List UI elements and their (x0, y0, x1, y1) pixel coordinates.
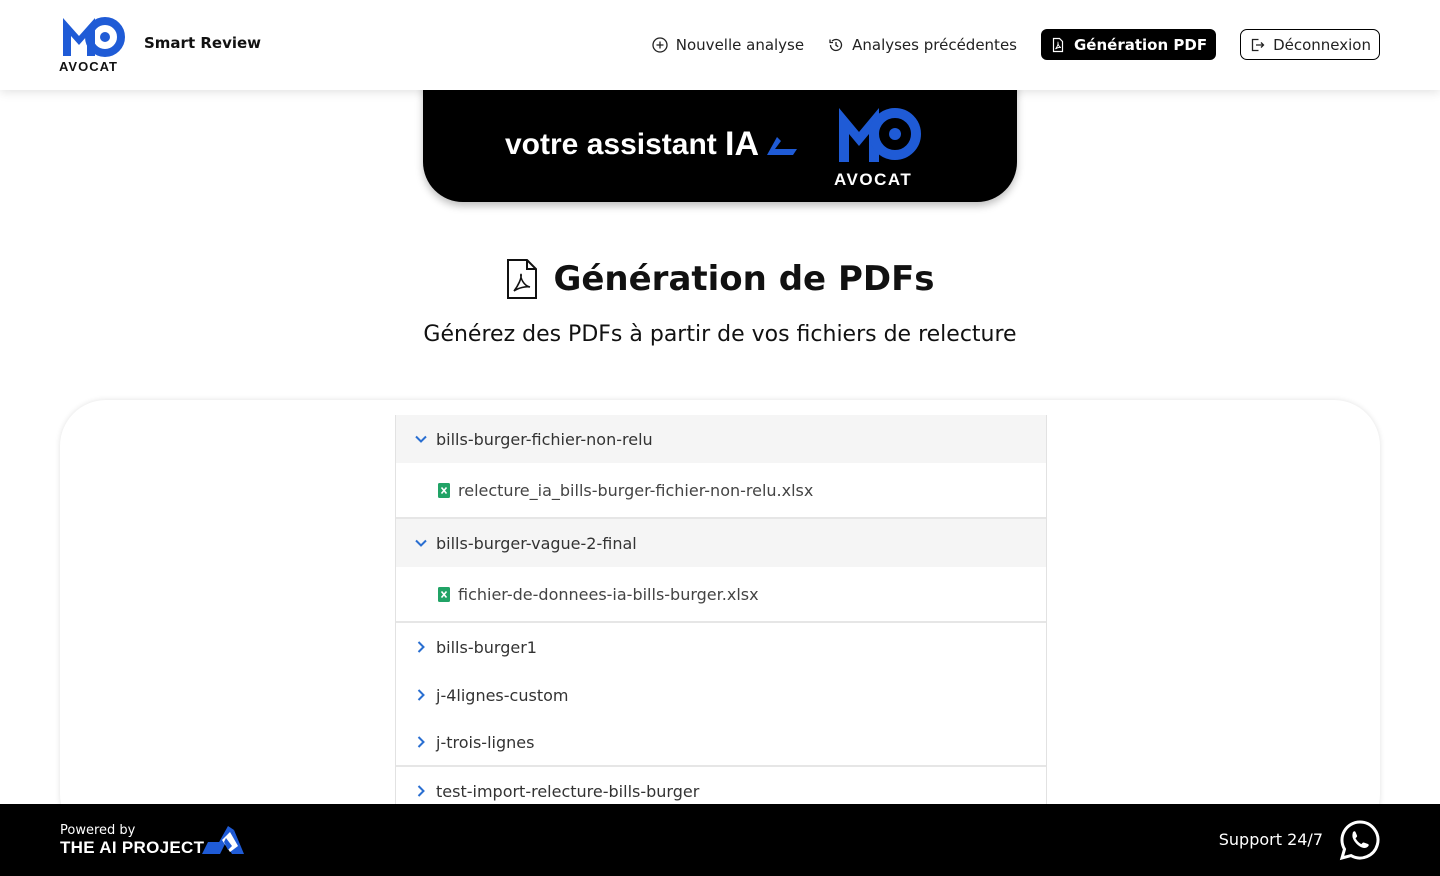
logout-button[interactable]: Déconnexion (1240, 29, 1380, 60)
hero-banner: votre assistant IA AVOCAT (423, 80, 1017, 202)
folder-name: test-import-relecture-bills-burger (436, 781, 700, 801)
banner-wordmark: AVOCAT (834, 170, 913, 189)
folder-row[interactable]: j-4lignes-custom (396, 671, 1046, 719)
chevron-down-icon[interactable] (414, 536, 428, 550)
logout-label: Déconnexion (1273, 35, 1371, 54)
folder-row[interactable]: bills-burger1 (396, 623, 1046, 671)
file-tree: bills-burger-fichier-non-relu relecture_… (395, 415, 1047, 835)
folder-row[interactable]: bills-burger-vague-2-final (396, 519, 1046, 567)
whatsapp-icon[interactable] (1339, 819, 1381, 861)
chevron-right-icon[interactable] (414, 784, 428, 798)
support-label: Support 24/7 (1218, 830, 1323, 849)
ia-logo-icon: IA (725, 125, 797, 161)
ai-project-logo-icon (202, 826, 244, 854)
chevron-right-icon[interactable] (414, 688, 428, 702)
chevron-right-icon[interactable] (414, 640, 428, 654)
main-nav: Nouvelle analyse Analyses précédentes Gé… (652, 29, 1380, 60)
excel-file-icon (438, 482, 450, 498)
chevron-down-icon[interactable] (414, 432, 428, 446)
pdf-file-icon (1052, 37, 1064, 52)
folder-name: bills-burger-fichier-non-relu (436, 429, 653, 449)
nav-pdf-generation-label: Génération PDF (1074, 35, 1208, 54)
file-name: relecture_ia_bills-burger-fichier-non-re… (458, 480, 814, 500)
folder-name: j-4lignes-custom (436, 685, 569, 705)
powered-by-label: Powered by (60, 823, 136, 838)
file-row[interactable]: relecture_ia_bills-burger-fichier-non-re… (396, 463, 1046, 519)
company-name[interactable]: THE AI PROJECT (60, 838, 204, 858)
logo-wordmark: AVOCAT (59, 59, 118, 74)
banner-tagline: votre assistant (505, 128, 717, 161)
folder-name: bills-burger-vague-2-final (436, 533, 637, 553)
file-row[interactable]: fichier-de-donnees-ia-bills-burger.xlsx (396, 567, 1046, 623)
history-icon (829, 38, 843, 51)
page-title: Génération de PDFs (553, 259, 935, 299)
top-header: AVOCAT Smart Review Nouvelle analyse Ana… (0, 0, 1440, 90)
banner-avocat-logo-icon (839, 108, 921, 162)
svg-text:IA: IA (725, 125, 759, 161)
file-name: fichier-de-donnees-ia-bills-burger.xlsx (458, 584, 759, 604)
nav-pdf-generation[interactable]: Génération PDF (1041, 29, 1217, 60)
excel-file-icon (438, 586, 450, 602)
pdf-file-icon (507, 259, 538, 299)
logout-icon (1251, 38, 1265, 51)
nav-new-analysis[interactable]: Nouvelle analyse (652, 29, 804, 60)
nav-previous-analyses-label: Analyses précédentes (852, 35, 1017, 54)
plus-circle-icon (652, 36, 668, 53)
chevron-right-icon[interactable] (414, 735, 428, 749)
nav-new-analysis-label: Nouvelle analyse (675, 35, 805, 54)
page-header: Génération de PDFs (0, 258, 1440, 300)
app-name: Smart Review (144, 34, 262, 52)
folder-name: bills-burger1 (436, 637, 537, 657)
files-card: bills-burger-fichier-non-relu relecture_… (60, 400, 1380, 840)
folder-row[interactable]: bills-burger-fichier-non-relu (396, 415, 1046, 463)
nav-previous-analyses[interactable]: Analyses précédentes (828, 29, 1017, 60)
folder-row[interactable]: j-trois-lignes (396, 719, 1046, 767)
footer: Powered by THE AI PROJECT Support 24/7 (0, 804, 1440, 876)
page-subtitle: Générez des PDFs à partir de vos fichier… (423, 322, 1017, 347)
folder-name: j-trois-lignes (436, 732, 535, 752)
